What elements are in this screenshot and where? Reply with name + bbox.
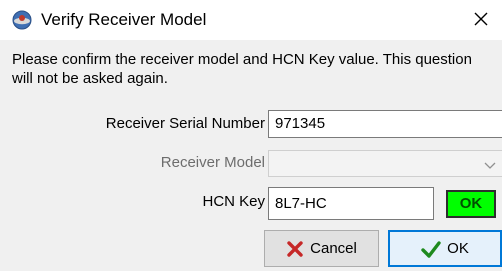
receiver-model-label: Receiver Model — [160, 154, 265, 171]
dialog-body: Please confirm the receiver model and HC… — [0, 40, 502, 271]
receiver-model-select[interactable] — [268, 150, 502, 177]
red-x-icon — [286, 240, 304, 258]
app-icon — [12, 10, 32, 30]
hcn-status-badge: OK — [446, 190, 496, 218]
confirmation-message: Please confirm the receiver model and HC… — [12, 51, 472, 87]
title-bar: Verify Receiver Model — [0, 0, 502, 40]
window-title: Verify Receiver Model — [41, 10, 207, 29]
serial-number-field[interactable]: 971345 — [268, 110, 502, 138]
cancel-button-label: Cancel — [310, 240, 357, 257]
green-check-icon — [421, 240, 441, 258]
close-icon[interactable] — [470, 8, 492, 30]
serial-number-label: Receiver Serial Number — [105, 115, 265, 132]
chevron-down-icon[interactable] — [484, 158, 496, 169]
ok-button-label: OK — [447, 240, 469, 257]
hcn-key-field[interactable]: 8L7-HC — [268, 187, 434, 220]
ok-button[interactable]: OK — [388, 230, 502, 267]
hcn-key-label: HCN Key — [202, 193, 265, 210]
cancel-button[interactable]: Cancel — [264, 230, 379, 267]
